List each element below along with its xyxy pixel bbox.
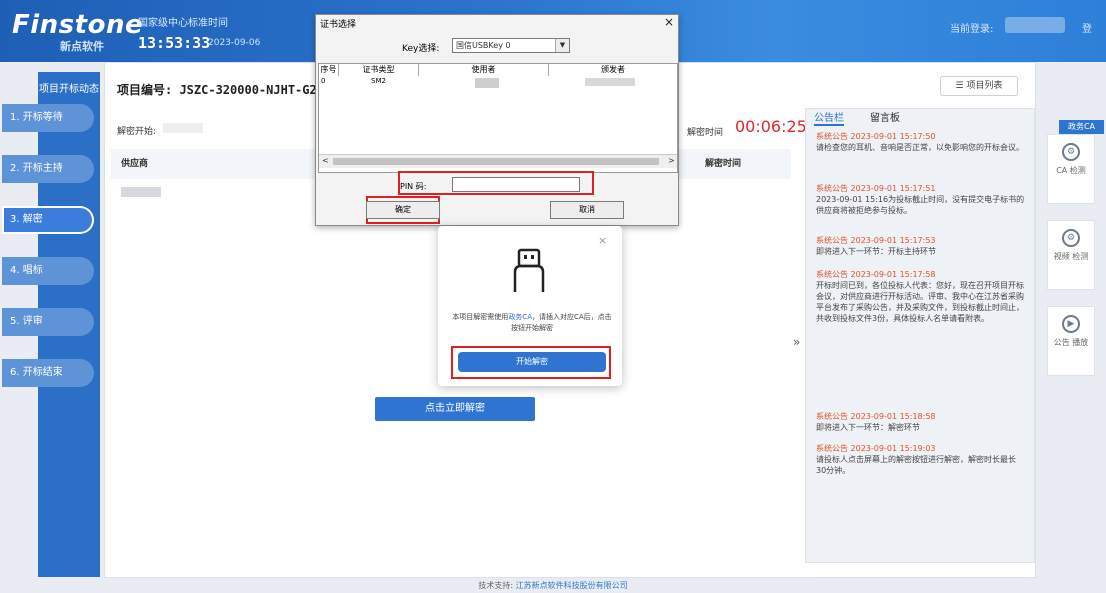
project-number: 项目编号: JSZC-320000-NJHT-G20	[117, 83, 324, 97]
horizontal-scrollbar[interactable]: < >	[319, 154, 677, 168]
ca-text-a: 本项目解密需使用	[452, 313, 509, 321]
close-icon[interactable]: ×	[664, 15, 674, 29]
notice-title: 系统公告 2023-09-01 15:17:51	[816, 184, 936, 193]
pin-label: PIN 码:	[400, 182, 427, 191]
ok-button[interactable]: 确定	[366, 201, 440, 219]
pin-input[interactable]	[452, 177, 580, 192]
decrypt-start-label: 解密开始:	[117, 127, 157, 137]
notice-text: 开标时间已到，各位投标人代表：您好，现在召开项目开标会议，对供应商进行开标活动。…	[816, 281, 1024, 323]
bulletin-panel: 公告栏 留言板 系统公告 2023-09-01 15:17:50 请检查您的耳机…	[805, 108, 1035, 563]
notice-title: 系统公告 2023-09-01 15:17:58	[816, 270, 936, 279]
tab-message[interactable]: 留言板	[870, 109, 900, 124]
ca-check-label: CA 检测	[1056, 166, 1086, 175]
ca-instruction: 本项目解密需使用政务CA，请插入对应CA后，点击按钮开始解密	[452, 312, 612, 334]
key-select-value: 国信USBKey 0	[456, 41, 511, 50]
gear-icon: ⚙	[1062, 229, 1080, 247]
gear-icon: ⚙	[1062, 143, 1080, 161]
ca-prompt-modal: × 本项目解密需使用政务CA，请插入对应CA后，点击按钮开始解密 开始解密	[438, 226, 622, 386]
video-check-label: 视频 检测	[1053, 252, 1089, 261]
ca-text-highlight: 政务CA	[508, 313, 532, 321]
step-bid-reading[interactable]: 4. 唱标	[2, 257, 94, 285]
footer-prefix: 技术支持:	[478, 581, 514, 590]
certificate-table: 序号 证书类型 使用者 颁发者 0 SM2 < >	[318, 63, 678, 173]
video-check-button[interactable]: ⚙ 视频 检测	[1047, 220, 1095, 290]
collapse-panel-icon[interactable]: »	[793, 335, 800, 349]
notice-item: 系统公告 2023-09-01 15:17:51 2023-09-01 15:1…	[816, 183, 1026, 216]
server-date: 2023-09-06	[208, 38, 261, 48]
chevron-left-icon[interactable]: <	[322, 156, 329, 165]
chevron-right-icon[interactable]: >	[668, 156, 675, 165]
decrypt-start-value-redacted	[163, 123, 203, 133]
col-time-header: 解密时间	[701, 149, 791, 179]
logout-link[interactable]: 登	[1082, 20, 1092, 35]
notice-text: 请检查您的耳机、音响是否正常，以免影响您的开标会议。	[816, 143, 1024, 152]
notice-text: 2023-09-01 15:16为投标截止时间，没有提交电子标书的供应商将被拒绝…	[816, 195, 1025, 215]
row-type[interactable]: SM2	[371, 77, 386, 85]
certificate-dialog: 证书选择 × Key选择: 国信USBKey 0 ▼ 序号 证书类型 使用者 颁…	[315, 14, 679, 226]
notice-title: 系统公告 2023-09-01 15:19:03	[816, 444, 936, 453]
notice-play-button[interactable]: ▶ 公告 播放	[1047, 306, 1095, 376]
center-name: 国家级中心标准时间	[138, 18, 228, 29]
notice-item: 系统公告 2023-09-01 15:19:03 请投标人点击屏幕上的解密按钮进…	[816, 443, 1026, 476]
key-select[interactable]: 国信USBKey 0 ▼	[452, 38, 570, 53]
notice-play-label: 公告 播放	[1053, 338, 1089, 347]
cancel-button[interactable]: 取消	[550, 201, 624, 219]
step-end[interactable]: 6. 开标结束	[2, 359, 94, 387]
play-icon: ▶	[1062, 315, 1080, 333]
tab-notice[interactable]: 公告栏	[814, 109, 844, 126]
notice-item: 系统公告 2023-09-01 15:17:53 即将进入下一环节：开标主持环节	[816, 235, 1026, 257]
step-host[interactable]: 2. 开标主持	[2, 155, 94, 183]
supplier-row-redacted	[121, 187, 161, 197]
close-icon[interactable]: ×	[598, 234, 607, 247]
step-decrypt[interactable]: 3. 解密	[2, 206, 94, 234]
usb-key-icon	[513, 248, 545, 292]
chevron-down-icon: ▼	[555, 39, 569, 52]
notice-title: 系统公告 2023-09-01 15:18:58	[816, 412, 936, 421]
notice-title: 系统公告 2023-09-01 15:17:53	[816, 236, 936, 245]
notice-item: 系统公告 2023-09-01 15:17:50 请检查您的耳机、音响是否正常，…	[816, 131, 1026, 153]
notice-item: 系统公告 2023-09-01 15:18:58 即将进入下一环节：解密环节	[816, 411, 1026, 433]
countdown-label: 解密时间	[687, 128, 724, 138]
row-issuer-redacted[interactable]	[585, 78, 635, 86]
footer: 技术支持: 江苏新点软件科技股份有限公司	[0, 578, 1106, 593]
notice-text: 即将进入下一环节：开标主持环节	[816, 247, 936, 256]
step-review[interactable]: 5. 评审	[2, 308, 94, 336]
notice-text: 请投标人点击屏幕上的解密按钮进行解密，解密时长最长30分钟。	[816, 455, 1016, 475]
col-no-header: 序号	[319, 64, 339, 76]
login-label: 当前登录:	[950, 24, 994, 35]
key-select-label: Key选择:	[402, 44, 440, 54]
scrollbar-thumb[interactable]	[333, 158, 659, 165]
notice-item: 系统公告 2023-09-01 15:17:58 开标时间已到，各位投标人代表：…	[816, 269, 1026, 324]
start-decrypt-button[interactable]: 开始解密	[458, 352, 606, 372]
notice-text: 即将进入下一环节：解密环节	[816, 423, 920, 432]
decrypt-now-button[interactable]: 点击立即解密	[375, 397, 535, 421]
col-holder-header: 使用者	[419, 64, 549, 76]
col-issuer-header: 颁发者	[601, 65, 625, 74]
sidebar-title: 项目开标动态	[39, 84, 99, 95]
notice-title: 系统公告 2023-09-01 15:17:50	[816, 132, 936, 141]
footer-company-link[interactable]: 江苏新点软件科技股份有限公司	[516, 581, 628, 590]
app-logo: Finstone	[12, 10, 144, 40]
gov-ca-tag: 政务CA	[1059, 120, 1104, 134]
server-clock: 13:53:33	[138, 34, 211, 52]
col-type-header: 证书类型	[339, 64, 419, 76]
project-list-button[interactable]: ☰ 项目列表	[940, 76, 1018, 96]
tool-rail: 政务CA ⚙ CA 检测 ⚙ 视频 检测 ▶ 公告 播放	[1041, 100, 1106, 420]
step-waiting[interactable]: 1. 开标等待	[2, 104, 94, 132]
cert-dialog-title: 证书选择	[320, 20, 357, 30]
row-no[interactable]: 0	[321, 77, 325, 85]
login-user-redacted	[1005, 17, 1065, 33]
decrypt-countdown: 00:06:25	[735, 117, 807, 136]
ca-check-button[interactable]: ⚙ CA 检测	[1047, 134, 1095, 204]
row-holder-redacted[interactable]	[475, 78, 499, 88]
logo-subtitle: 新点软件	[60, 40, 104, 53]
